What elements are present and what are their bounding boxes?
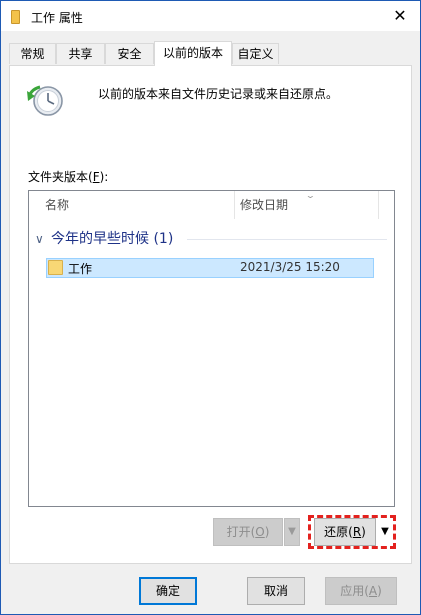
column-header-name[interactable]: 名称 [45,191,69,219]
title-bar: 工作 属性 ✕ [1,1,420,31]
close-button[interactable]: ✕ [380,1,420,31]
history-clock-icon [27,85,63,116]
cancel-button[interactable]: 取消 [247,577,305,605]
group-header[interactable]: ∨ 今年的早些时候 (1) [35,228,387,250]
tab-sharing[interactable]: 共享 [56,43,105,64]
ok-button[interactable]: 确定 [139,577,197,605]
close-icon: ✕ [393,6,407,25]
row-name: 工作 [68,262,93,276]
tab-customize[interactable]: 自定义 [232,43,279,64]
group-title: 今年的早些时候 (1) [51,231,174,247]
folder-versions-label: 文件夹版本(F): [28,170,109,184]
caret-down-icon: ▼ [381,526,389,537]
tab-previous-versions[interactable]: 以前的版本 [154,41,232,66]
list-header: 名称 ⌄ 修改日期 [29,191,394,219]
properties-window: 工作 属性 ✕ 常规 共享 安全 以前的版本 自定义 以前的版本来自文件历史记录… [0,0,421,615]
previous-versions-panel: 以前的版本来自文件历史记录或来自还原点。 文件夹版本(F): 名称 ⌄ 修改日期… [9,65,412,564]
group-divider [187,239,387,240]
chevron-down-icon[interactable]: ∨ [35,228,44,250]
open-dropdown-button[interactable]: ▼ [284,518,300,546]
window-title: 工作 属性 [31,11,83,25]
caret-down-icon: ▼ [288,526,296,537]
row-modified-date: 2021/3/25 15:20 [240,260,340,274]
apply-button[interactable]: 应用(A) [325,577,397,605]
restore-dropdown-button[interactable]: ▼ [377,518,393,546]
versions-description: 以前的版本来自文件历史记录或来自还原点。 [98,87,339,101]
folder-icon [48,260,63,275]
column-divider[interactable] [234,191,235,219]
tab-general[interactable]: 常规 [9,43,56,64]
versions-listview[interactable]: 名称 ⌄ 修改日期 ∨ 今年的早些时候 (1) 工作 2021/3/25 15:… [28,190,395,507]
tab-security[interactable]: 安全 [105,43,154,64]
column-divider[interactable] [378,191,379,219]
table-row[interactable]: 工作 2021/3/25 15:20 [46,258,374,278]
column-header-modified[interactable]: 修改日期 [240,191,288,219]
folder-icon [11,10,20,24]
restore-button[interactable]: 还原(R) [314,518,376,546]
sort-indicator-icon: ⌄ [304,191,316,200]
open-button[interactable]: 打开(O) [213,518,283,546]
